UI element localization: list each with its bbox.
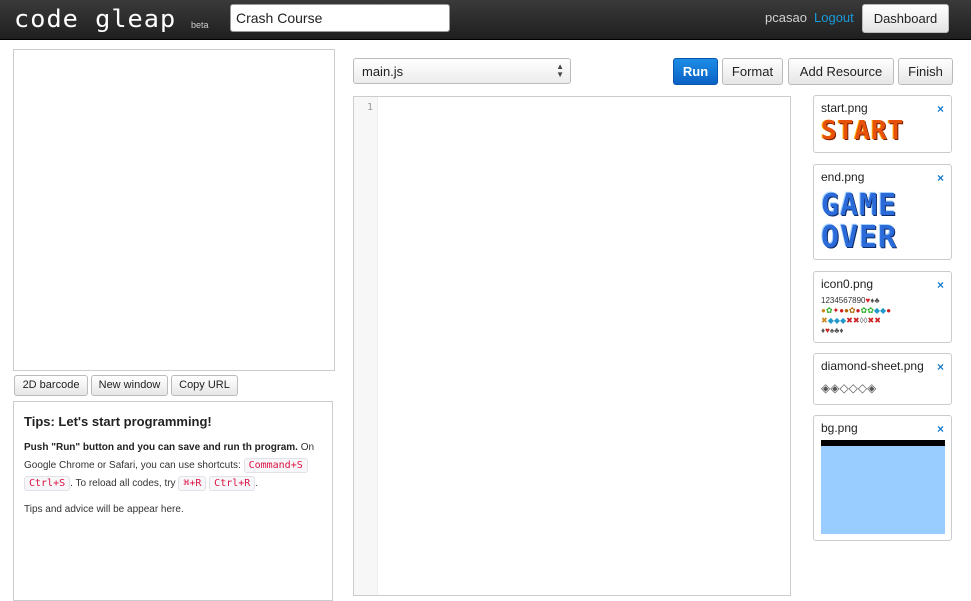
shortcut-cmd-r: ⌘+R: [178, 476, 207, 491]
close-x-icon[interactable]: ×: [937, 171, 944, 185]
dashboard-button[interactable]: Dashboard: [862, 4, 949, 33]
beta-label: beta: [191, 20, 209, 30]
top-navbar: code gleap beta Crash Course pcasao Logo…: [0, 0, 971, 40]
resource-name: bg.png: [821, 421, 858, 435]
resource-name: diamond-sheet.png: [821, 359, 924, 373]
file-select-value: main.js: [362, 64, 404, 79]
shortcut-ctrl-r: Ctrl+R: [209, 476, 256, 491]
new-window-button[interactable]: New window: [91, 375, 168, 396]
finish-button[interactable]: Finish: [898, 58, 953, 85]
tips-advice: Tips and advice will be appear here.: [24, 504, 184, 515]
game-over-image-line1: GAME: [821, 188, 898, 223]
bg-image: [821, 446, 945, 534]
tips-reload-text: . To reload all codes, try: [70, 478, 179, 489]
logo[interactable]: code gleap: [14, 6, 176, 32]
code-editor[interactable]: 1: [353, 96, 791, 596]
icon-sheet-image: 1234567890♥♦♣ ●✿✦●●✿●✿✿◆◆● ✖◆◆◆✖✖◊◊✖✖ ♦♥…: [821, 296, 892, 335]
logout-link[interactable]: Logout: [814, 10, 854, 25]
tips-end: .: [255, 478, 259, 489]
diamond-sheet-image: ◈◈◇◇◇◈: [821, 381, 877, 395]
start-image: START: [821, 116, 905, 146]
resource-diamond-sheet[interactable]: diamond-sheet.png × ◈◈◇◇◇◈: [813, 353, 952, 405]
barcode-button[interactable]: 2D barcode: [14, 375, 88, 396]
resource-name: icon0.png: [821, 277, 874, 291]
run-button[interactable]: Run: [673, 58, 718, 85]
shortcut-ctrl-s: Ctrl+S: [24, 476, 71, 491]
close-x-icon[interactable]: ×: [937, 360, 944, 374]
username: pcasao: [765, 10, 807, 25]
close-x-icon[interactable]: ×: [937, 422, 944, 436]
select-arrows-icon: ▲ ▼: [556, 62, 564, 79]
shortcut-command-s: Command+S: [243, 458, 308, 473]
format-button[interactable]: Format: [722, 58, 783, 85]
resource-start[interactable]: start.png × START: [813, 95, 952, 153]
line-number: 1: [366, 102, 373, 113]
resource-end[interactable]: end.png × GAME OVER: [813, 164, 952, 260]
game-over-image-line2: OVER: [821, 220, 898, 255]
resource-name: end.png: [821, 170, 865, 184]
file-select[interactable]: main.js ▲ ▼: [353, 58, 571, 84]
tips-title: Tips: Let's start programming!: [24, 414, 212, 429]
resource-icon0[interactable]: icon0.png × 1234567890♥♦♣ ●✿✦●●✿●✿✿◆◆● ✖…: [813, 271, 952, 343]
tips-paragraph: Push "Run" button and you can save and r…: [24, 439, 322, 493]
line-gutter: 1: [354, 97, 378, 595]
resource-bg[interactable]: bg.png ×: [813, 415, 952, 541]
tips-bold-text: Push "Run" button and you can save and r…: [24, 442, 298, 453]
tips-panel: Tips: Let's start programming! Push "Run…: [13, 401, 333, 601]
game-preview-area[interactable]: [13, 49, 335, 371]
close-x-icon[interactable]: ×: [937, 102, 944, 116]
project-name-input[interactable]: Crash Course: [230, 4, 450, 32]
add-resource-button[interactable]: Add Resource: [788, 58, 894, 85]
close-x-icon[interactable]: ×: [937, 278, 944, 292]
copy-url-button[interactable]: Copy URL: [171, 375, 238, 396]
resource-name: start.png: [821, 101, 868, 115]
